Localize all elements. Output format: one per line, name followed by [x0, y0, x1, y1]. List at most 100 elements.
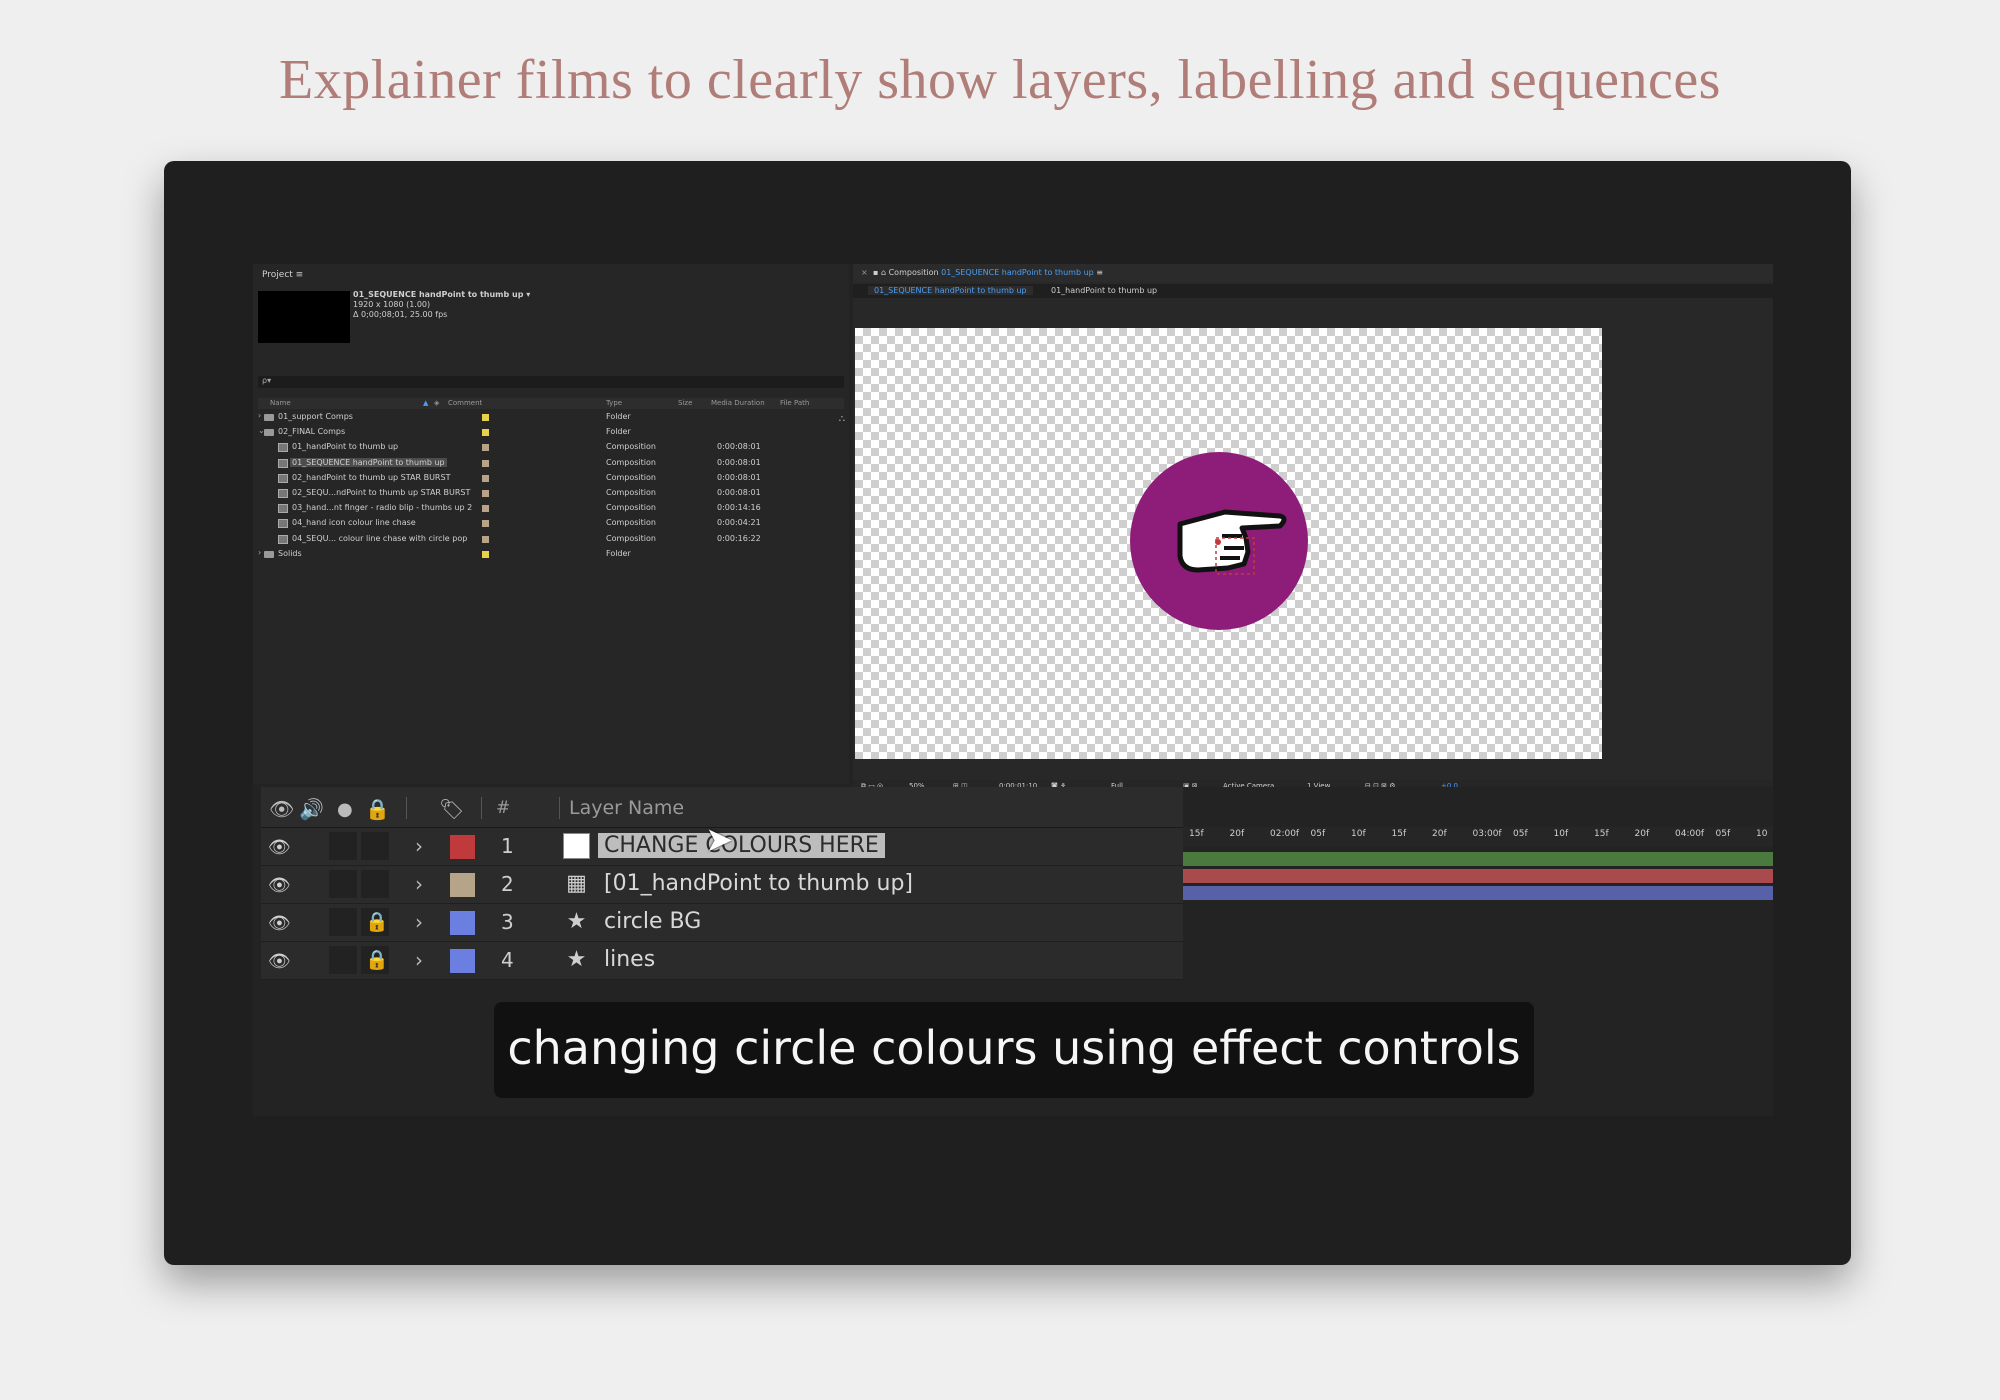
ruler-tick-label: 10f: [1351, 829, 1366, 839]
solo-header-icon[interactable]: ●: [337, 799, 353, 820]
panel-menu-icon[interactable]: ≡: [1096, 268, 1103, 277]
project-item[interactable]: 01_SEQUENCE handPoint to thumb up Composi…: [258, 457, 844, 472]
label-color-swatch[interactable]: [482, 429, 489, 437]
project-item-name: 02_FINAL Comps: [278, 427, 346, 437]
project-item[interactable]: › 01_support Comps Folder: [258, 411, 844, 426]
sort-arrow-icon[interactable]: ▲: [423, 399, 428, 407]
label-tag-header-icon[interactable]: 🏷: [439, 797, 464, 821]
project-item-duration: 0:00:08:01: [717, 487, 761, 497]
eye-icon[interactable]: 👁: [268, 913, 291, 934]
eye-icon[interactable]: 👁: [268, 951, 291, 972]
close-icon[interactable]: ×: [861, 268, 868, 277]
layer-duration-bar[interactable]: [1183, 869, 1773, 883]
layer-name[interactable]: lines: [598, 947, 661, 972]
layer-label-color[interactable]: [450, 911, 475, 935]
label-color-swatch[interactable]: [482, 535, 489, 543]
comp-info-title[interactable]: 01_SEQUENCE handPoint to thumb up ▾: [353, 290, 530, 300]
layer-name-header[interactable]: Layer Name: [569, 797, 684, 819]
lock-icon[interactable]: 🔒: [365, 948, 389, 971]
audio-switch[interactable]: [329, 870, 357, 898]
purple-circle[interactable]: [1130, 452, 1308, 630]
col-type[interactable]: Type: [606, 399, 622, 407]
chevron-right-icon[interactable]: ›: [415, 948, 423, 972]
ruler-tick-label: 20f: [1432, 829, 1447, 839]
layer-name[interactable]: [01_handPoint to thumb up]: [598, 871, 919, 896]
label-color-swatch[interactable]: [482, 414, 489, 421]
chevron-right-icon[interactable]: ›: [415, 872, 423, 896]
project-item-name: 03_hand...nt finger - radio blip - thumb…: [292, 503, 473, 513]
project-item-name: Solids: [278, 548, 302, 558]
project-search-input[interactable]: ρ▾: [258, 376, 844, 388]
col-comment[interactable]: Comment: [448, 399, 482, 407]
solo-switch[interactable]: [361, 870, 389, 898]
comp-info-resolution: 1920 x 1080 (1.00): [353, 300, 431, 309]
ruler-tick-label: 20f: [1634, 829, 1650, 839]
timeline-layer[interactable]: 👁 🔒 › 3 ★ circle BG: [261, 904, 1183, 942]
layer-label-color[interactable]: [450, 873, 475, 897]
hand-point-icon[interactable]: [1130, 452, 1308, 630]
label-color-swatch[interactable]: [482, 489, 489, 497]
timeline-layer[interactable]: 👁 › 2 ▦ [01_handPoint to thumb up]: [261, 866, 1183, 904]
layer-label-color[interactable]: [450, 835, 475, 859]
composition-canvas[interactable]: [855, 328, 1602, 759]
project-item[interactable]: 03_hand...nt finger - radio blip - thumb…: [258, 502, 844, 517]
eye-header-icon[interactable]: 👁: [269, 797, 294, 821]
layer-label-color[interactable]: [450, 949, 475, 973]
project-item[interactable]: 02_SEQU...ndPoint to thumb up STAR BURST…: [258, 487, 844, 502]
layer-number: 4: [501, 948, 514, 972]
audio-switch[interactable]: [329, 908, 357, 936]
label-color-swatch[interactable]: [482, 459, 489, 467]
project-item[interactable]: 01_handPoint to thumb up Composition 0:00:…: [258, 441, 844, 456]
label-color-swatch[interactable]: [482, 505, 489, 513]
timeline-layer[interactable]: 👁 🔒 › 4 ★ lines: [261, 942, 1183, 980]
chevron-right-icon[interactable]: ›: [415, 910, 423, 934]
project-tab[interactable]: Project ≡: [262, 270, 303, 280]
project-item-name: 02_handPoint to thumb up STAR BURST: [292, 472, 451, 482]
project-item-name: 01_support Comps: [278, 412, 353, 421]
project-item-duration: 0:00:14:16: [717, 503, 761, 513]
ruler-tick-label: 02:00f: [1270, 829, 1300, 839]
layer-name[interactable]: circle BG: [598, 909, 707, 934]
breadcrumb-active[interactable]: 01_SEQUENCE handPoint to thumb up: [868, 286, 1033, 295]
col-name[interactable]: Name: [270, 399, 291, 407]
lock-icon[interactable]: 🔒: [365, 910, 389, 933]
project-item-type: Composition: [606, 503, 656, 513]
audio-switch[interactable]: [329, 832, 357, 860]
composition-panel: × ▪ ⌂ Composition 01_SEQUENCE handPoint …: [853, 264, 1773, 792]
project-item-type: Composition: [606, 457, 656, 467]
layer-name[interactable]: CHANGE COLOURS HERE: [598, 833, 885, 858]
folder-icon: [264, 550, 274, 558]
audio-switch[interactable]: [329, 946, 357, 974]
lock-header-icon[interactable]: 🔒: [365, 797, 390, 821]
lock-icon[interactable]: ▪ ⌂: [873, 268, 886, 277]
comp-info-duration: Δ 0;00;08;01, 25.00 fps: [353, 310, 448, 319]
layer-duration-bar[interactable]: [1183, 886, 1773, 900]
composition-tab[interactable]: ▪ ⌂ Composition 01_SEQUENCE handPoint to…: [873, 268, 1103, 277]
label-color-swatch[interactable]: [482, 550, 489, 558]
label-color-swatch[interactable]: [482, 474, 489, 482]
col-media-duration[interactable]: Media Duration: [711, 399, 765, 407]
shape-layer-icon: ★: [566, 947, 587, 972]
project-item-type: Composition: [606, 472, 656, 482]
label-color-swatch[interactable]: [482, 444, 489, 452]
eye-icon[interactable]: 👁: [268, 837, 291, 858]
project-item[interactable]: 04_hand icon colour line chase Compositio…: [258, 517, 844, 532]
audio-header-icon[interactable]: 🔊: [299, 797, 324, 821]
project-item[interactable]: ⌄ 02_FINAL Comps Folder: [258, 426, 844, 441]
label-color-swatch[interactable]: [482, 520, 489, 528]
layer-duration-bar[interactable]: [1183, 852, 1773, 866]
col-file-path[interactable]: File Path: [780, 399, 809, 407]
composition-tabbar: × ▪ ⌂ Composition 01_SEQUENCE handPoint …: [853, 264, 1773, 282]
project-item[interactable]: 02_handPoint to thumb up STAR BURST Compo…: [258, 472, 844, 487]
label-tag-icon[interactable]: ◈: [434, 399, 439, 407]
time-ruler[interactable]: 15f 20f 02:00f 05f 10f 15f 20f 03:00f 05f 10f 15f 2…: [1183, 827, 1773, 847]
breadcrumb-next[interactable]: 01_handPoint to thumb up: [1051, 286, 1157, 295]
col-size[interactable]: Size: [678, 399, 692, 407]
project-item[interactable]: 04_SEQU... colour line chase with circle…: [258, 533, 844, 548]
eye-icon[interactable]: 👁: [268, 875, 291, 896]
project-item-name: 02_SEQU...ndPoint to thumb up STAR BURST: [292, 487, 471, 497]
project-item[interactable]: › Solids Folder: [258, 548, 844, 563]
solo-switch[interactable]: [361, 832, 389, 860]
chevron-right-icon[interactable]: ›: [415, 834, 423, 858]
folder-icon: [264, 414, 274, 421]
